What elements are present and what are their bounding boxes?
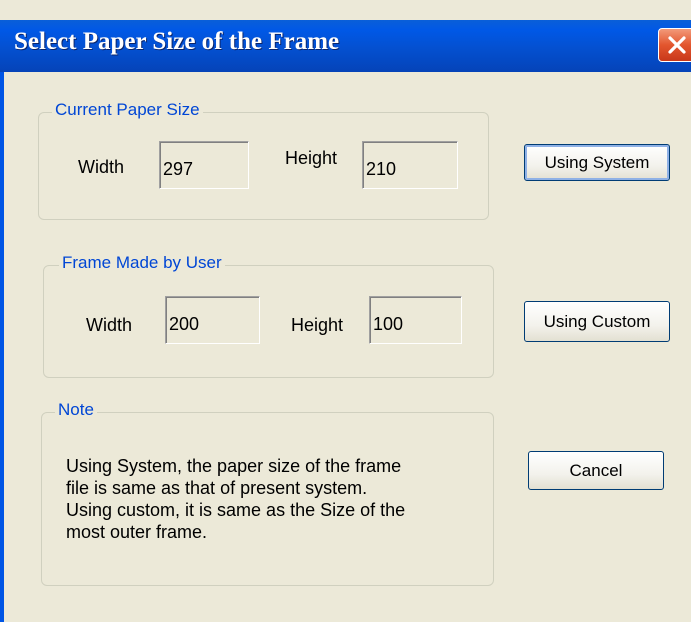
note-line: most outer frame. <box>66 522 208 542</box>
note-line: file is same as that of present system. <box>66 478 368 498</box>
close-icon <box>668 36 686 54</box>
window-title: Select Paper Size of the Frame <box>14 28 340 55</box>
using-system-button[interactable]: Using System <box>524 144 670 181</box>
current-height-label: Height <box>285 148 338 168</box>
note-line: Using custom, it is same as the Size of … <box>66 500 406 520</box>
user-width-label: Width <box>86 315 133 335</box>
note-legend: Note <box>55 400 97 420</box>
note-text: Using System, the paper size of the fram… <box>66 455 476 543</box>
user-width-field[interactable] <box>165 296 260 344</box>
user-height-field[interactable] <box>369 296 462 344</box>
current-height-field[interactable] <box>362 141 458 189</box>
note-line: Using System, the paper size of the fram… <box>66 456 402 476</box>
user-height-label: Height <box>291 315 344 335</box>
cancel-button[interactable]: Cancel <box>528 451 664 490</box>
current-width-field[interactable] <box>159 141 249 189</box>
using-custom-button[interactable]: Using Custom <box>524 301 670 342</box>
dialog-window: Select Paper Size of the Frame Current P… <box>0 0 691 622</box>
current-width-label: Width <box>78 157 125 177</box>
current-paper-size-legend: Current Paper Size <box>52 100 203 120</box>
close-button[interactable] <box>658 28 691 62</box>
frame-made-by-user-legend: Frame Made by User <box>59 253 225 273</box>
